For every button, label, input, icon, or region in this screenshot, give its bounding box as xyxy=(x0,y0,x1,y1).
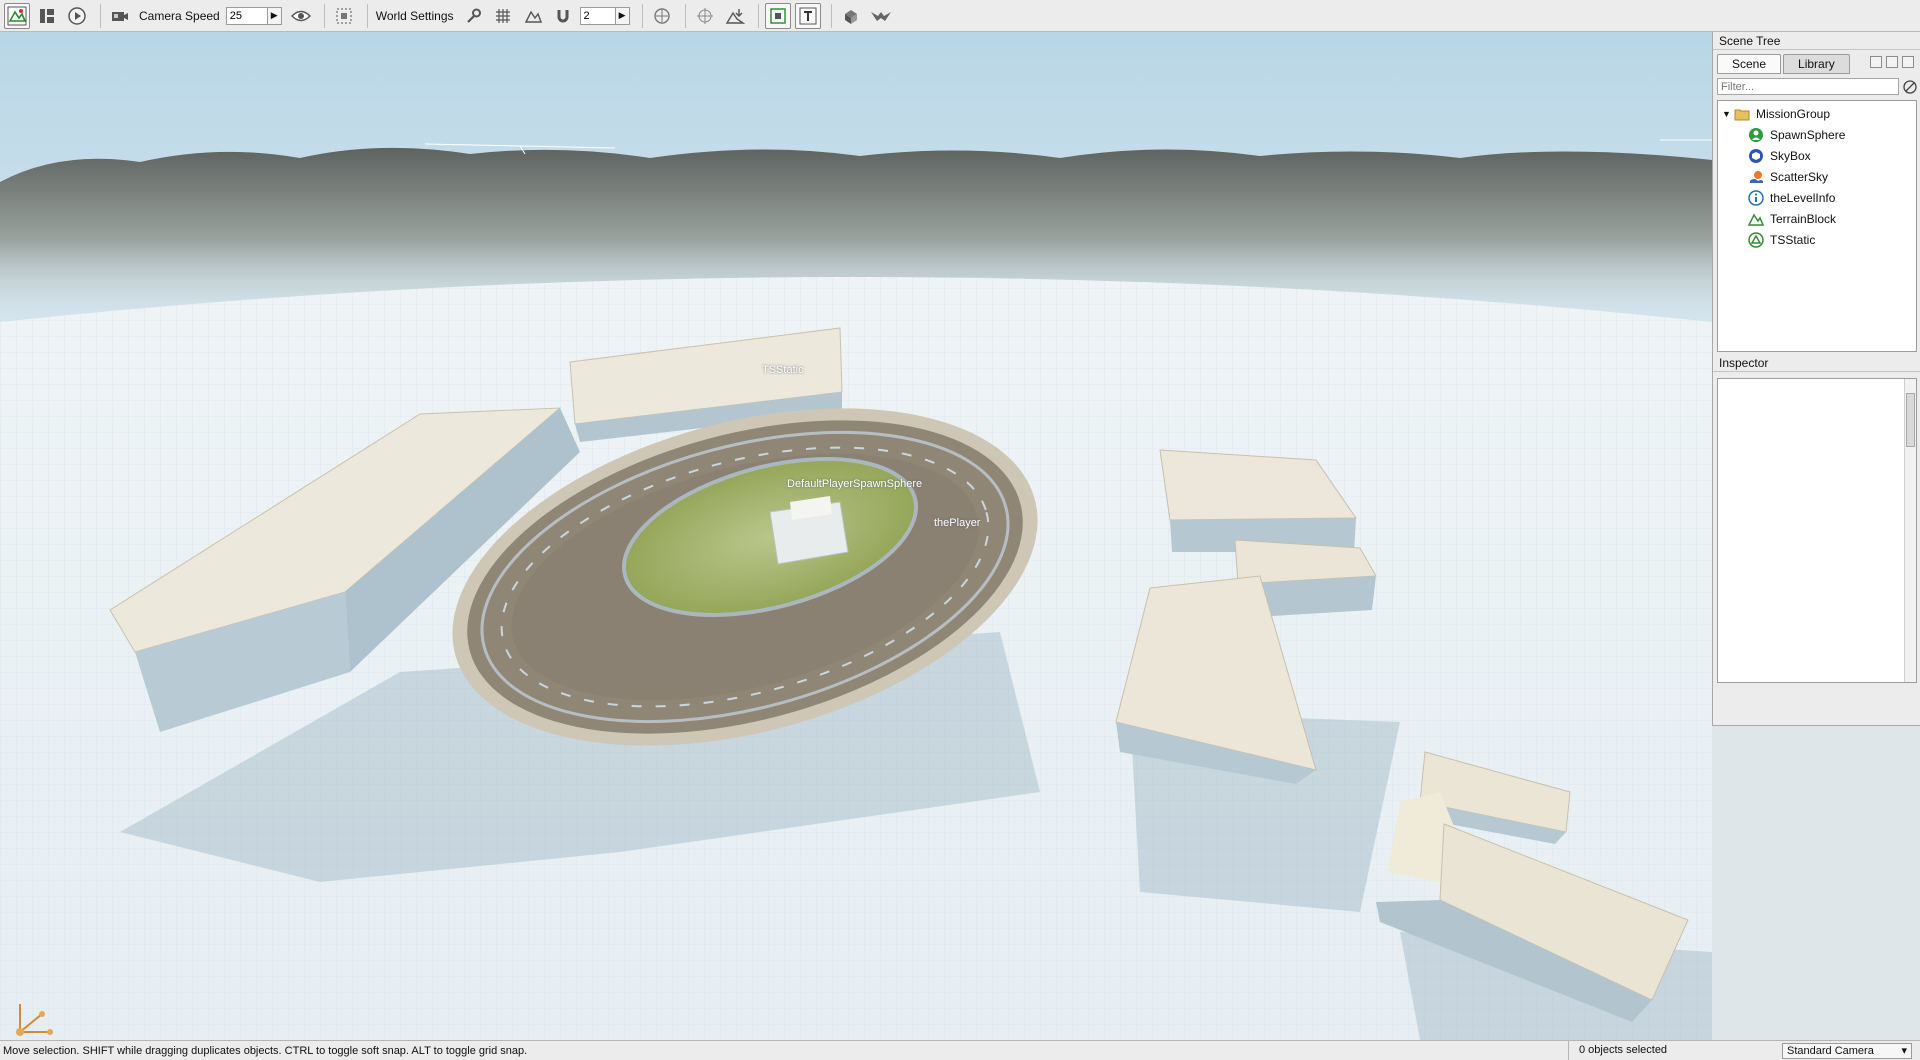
dropdown-arrow-icon: ▾ xyxy=(1901,1045,1907,1057)
terrain-block-icon xyxy=(1748,213,1764,226)
tree-label-skybox: SkyBox xyxy=(1770,148,1811,163)
wrench-icon[interactable] xyxy=(460,3,486,29)
camera-mode-value: Standard Camera xyxy=(1787,1044,1874,1057)
status-message: Move selection. SHIFT while dragging dup… xyxy=(3,1044,528,1057)
fit-view-icon[interactable] xyxy=(331,3,357,29)
inspector-panel: Inspector xyxy=(1712,354,1920,726)
terrain-snap-icon[interactable] xyxy=(520,3,546,29)
skybox-icon xyxy=(1749,148,1763,163)
visibility-eye-icon[interactable] xyxy=(288,3,314,29)
add-group-icon[interactable] xyxy=(1886,56,1898,68)
tree-row-scattersky[interactable]: ScatterSky xyxy=(1718,166,1916,187)
lock-icon[interactable] xyxy=(1870,56,1882,68)
layout-icon[interactable] xyxy=(34,3,60,29)
tree-label-scattersky: ScatterSky xyxy=(1770,169,1829,184)
tree-label-spawnsphere: SpawnSphere xyxy=(1770,127,1846,142)
object-center-icon[interactable] xyxy=(649,3,675,29)
tsstatic-icon xyxy=(1748,231,1764,248)
scene-tree-list[interactable]: ▼ MissionGroup SpawnSphere SkyBox Scatte… xyxy=(1717,100,1917,352)
scene-render[interactable] xyxy=(0,32,1712,1040)
spawn-sphere-scene-label[interactable]: DefaultPlayerSpawnSphere xyxy=(787,478,922,490)
inspector-title: Inspector xyxy=(1713,354,1920,372)
status-bar: Move selection. SHIFT while dragging dup… xyxy=(0,1040,1920,1060)
tab-scene[interactable]: Scene xyxy=(1717,54,1782,74)
player-scene-label[interactable]: thePlayer xyxy=(934,517,980,529)
toolbar-separator xyxy=(100,3,101,28)
toolbar-separator xyxy=(684,3,686,28)
spawn-sphere-icon xyxy=(1749,127,1763,142)
tree-row-thelevelinfo[interactable]: theLevelInfo xyxy=(1718,187,1916,208)
filter-input[interactable] xyxy=(1717,78,1899,95)
tree-label-tsstatic: TSStatic xyxy=(1770,232,1816,247)
world-editor-icon[interactable] xyxy=(4,2,30,29)
world-transform-icon[interactable] xyxy=(692,3,718,29)
level-info-icon xyxy=(1748,189,1764,206)
toolbar-separator xyxy=(641,3,643,28)
world-settings-label[interactable]: World Settings xyxy=(376,9,454,23)
select-box-icon[interactable] xyxy=(764,2,791,29)
filter-row xyxy=(1717,78,1917,95)
inspector-scroll-thumb[interactable] xyxy=(1906,393,1915,447)
tsstatic-scene-label[interactable]: TSStatic xyxy=(762,364,804,376)
folder-icon xyxy=(1734,109,1750,120)
tree-label-missiongroup: MissionGroup xyxy=(1756,106,1831,121)
tree-row-skybox[interactable]: SkyBox xyxy=(1718,145,1916,166)
scene-tree-actions xyxy=(1870,56,1914,68)
tab-library[interactable]: Library xyxy=(1783,54,1850,74)
toolbar-separator xyxy=(757,3,759,28)
tree-row-terrainblock[interactable]: TerrainBlock xyxy=(1718,208,1916,229)
tree-label-thelevelinfo: theLevelInfo xyxy=(1770,190,1836,205)
camera-speed-label: Camera Speed xyxy=(139,8,220,23)
drop-at-camera-icon[interactable] xyxy=(722,3,748,29)
tree-row-missiongroup[interactable]: ▼ MissionGroup xyxy=(1718,103,1916,124)
text-labels-icon[interactable] xyxy=(794,2,821,29)
camera-speed-input[interactable] xyxy=(225,6,268,25)
snap-size-input[interactable] xyxy=(579,6,616,25)
main-toolbar: Camera Speed ▶ World Settings ▶ xyxy=(0,0,1920,32)
place-object-icon[interactable] xyxy=(838,3,864,29)
camera-mode-select[interactable]: Standard Camera ▾ xyxy=(1782,1042,1912,1059)
magnet-icon[interactable] xyxy=(550,3,576,29)
scatter-sky-icon xyxy=(1750,170,1763,183)
camera-icon[interactable] xyxy=(107,3,133,29)
camera-speed-arrow-icon[interactable]: ▶ xyxy=(267,6,282,25)
expand-arrow-icon[interactable]: ▼ xyxy=(1722,109,1734,119)
scene-tree-panel: Scene Tree Scene Library ▼ MissionGroup … xyxy=(1712,32,1920,354)
axis-gizmo-icon xyxy=(16,1004,53,1036)
tree-label-terrainblock: TerrainBlock xyxy=(1770,211,1837,226)
selection-count: 0 objects selected xyxy=(1568,1041,1768,1060)
scene-tree-tabs: Scene Library xyxy=(1717,54,1852,74)
tree-row-tsstatic[interactable]: TSStatic xyxy=(1718,229,1916,250)
clear-filter-icon[interactable] xyxy=(1903,79,1917,94)
scene-tree-title: Scene Tree xyxy=(1713,32,1920,50)
3d-viewport[interactable]: TSStatic DefaultPlayerSpawnSphere thePla… xyxy=(0,32,1712,1040)
toolbar-separator xyxy=(366,3,368,28)
delete-icon[interactable] xyxy=(1902,56,1914,68)
toolbar-separator xyxy=(323,3,325,28)
snap-size-arrow-icon[interactable]: ▶ xyxy=(615,6,630,25)
toolbar-separator xyxy=(830,3,832,28)
inspector-content[interactable] xyxy=(1717,378,1917,683)
grid-snap-icon[interactable] xyxy=(490,3,516,29)
bird-icon[interactable] xyxy=(868,3,894,29)
inspector-scrollbar[interactable] xyxy=(1904,379,1916,682)
play-icon[interactable] xyxy=(64,3,90,29)
tree-row-spawnsphere[interactable]: SpawnSphere xyxy=(1718,124,1916,145)
